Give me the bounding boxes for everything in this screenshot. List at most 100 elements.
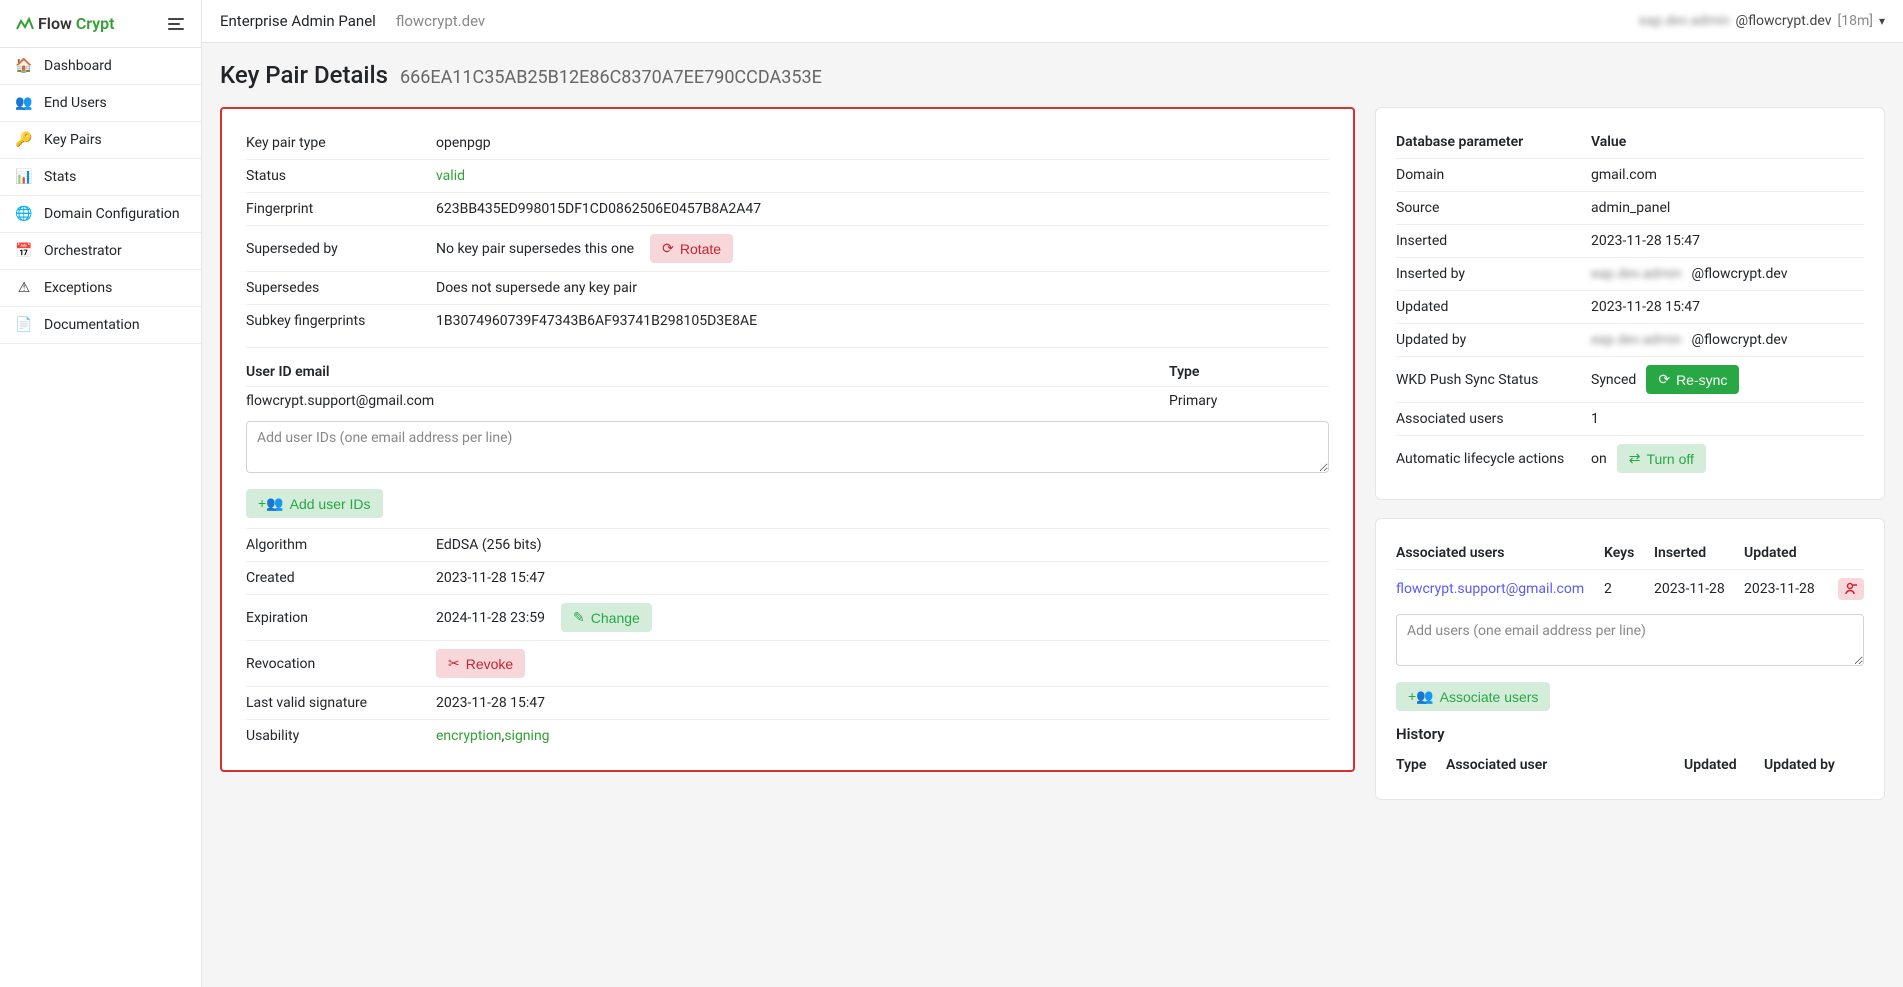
- db-wkd-label: WKD Push Sync Status: [1396, 372, 1591, 388]
- rotate-button[interactable]: ⟳ Rotate: [650, 234, 733, 263]
- user-minus-icon: [1844, 582, 1858, 596]
- globe-icon: 🌐: [16, 206, 32, 222]
- add-assoc-users-input[interactable]: [1396, 614, 1864, 666]
- db-inserted-by-value: eap.dev.admin@flowcrypt.dev: [1591, 266, 1864, 282]
- assoc-header-users: Associated users: [1396, 545, 1604, 561]
- add-user-ids-button[interactable]: +👥 Add user IDs: [246, 489, 383, 518]
- user-domain: @flowcrypt.dev: [1736, 13, 1832, 29]
- last-valid-sig-label: Last valid signature: [246, 695, 436, 711]
- usability-signing[interactable]: signing: [504, 728, 549, 744]
- db-updated-value: 2023-11-28 15:47: [1591, 299, 1864, 315]
- sidebar-item-exceptions[interactable]: ⚠ Exceptions: [0, 270, 201, 307]
- resync-button[interactable]: ⟳ Re-sync: [1646, 365, 1739, 394]
- doc-icon: 📄: [16, 317, 32, 333]
- expiration-label: Expiration: [246, 610, 436, 626]
- db-source-value: admin_panel: [1591, 200, 1864, 216]
- db-inserted-by-label: Inserted by: [1396, 266, 1591, 282]
- home-icon: 🏠: [16, 58, 32, 74]
- sidebar-item-stats[interactable]: 📊 Stats: [0, 159, 201, 196]
- assoc-header-inserted: Inserted: [1654, 545, 1744, 561]
- assoc-user-link[interactable]: flowcrypt.support@gmail.com: [1396, 581, 1604, 597]
- user-name-blurred: eap.dev.admin: [1639, 13, 1730, 29]
- userid-type-value: Primary: [1169, 393, 1329, 409]
- sidebar-item-label: Orchestrator: [44, 243, 122, 259]
- superseded-by-value: No key pair supersedes this one: [436, 241, 634, 257]
- logo-icon: [16, 17, 34, 31]
- userid-email-value: flowcrypt.support@gmail.com: [246, 393, 1169, 409]
- calendar-icon: 📅: [16, 243, 32, 259]
- assoc-header-updated: Updated: [1744, 545, 1834, 561]
- db-domain-label: Domain: [1396, 167, 1591, 183]
- stats-icon: 📊: [16, 169, 32, 185]
- expiration-value: 2024-11-28 23:59: [436, 610, 545, 626]
- db-inserted-label: Inserted: [1396, 233, 1591, 249]
- assoc-header-keys: Keys: [1604, 545, 1654, 561]
- db-header-param: Database parameter: [1396, 134, 1591, 150]
- user-plus-icon: +👥: [258, 495, 284, 512]
- algorithm-value: EdDSA (256 bits): [436, 537, 1329, 553]
- sidebar-item-dashboard[interactable]: 🏠 Dashboard: [0, 48, 201, 85]
- db-domain-value: gmail.com: [1591, 167, 1864, 183]
- sidebar-item-key-pairs[interactable]: 🔑 Key Pairs: [0, 122, 201, 159]
- sidebar-item-label: Domain Configuration: [44, 206, 180, 222]
- assoc-user-keys: 2: [1604, 581, 1654, 597]
- db-lifecycle-status: on: [1591, 451, 1607, 467]
- assoc-user-row: flowcrypt.support@gmail.com 2 2023-11-28…: [1396, 570, 1864, 608]
- sidebar-item-domain-config[interactable]: 🌐 Domain Configuration: [0, 196, 201, 233]
- revocation-label: Revocation: [246, 656, 436, 672]
- created-label: Created: [246, 570, 436, 586]
- status-value: valid: [436, 168, 1329, 184]
- session-timer: [18m]: [1838, 13, 1873, 29]
- sidebar-item-orchestrator[interactable]: 📅 Orchestrator: [0, 233, 201, 270]
- sidebar-item-label: Exceptions: [44, 280, 112, 296]
- db-inserted-value: 2023-11-28 15:47: [1591, 233, 1864, 249]
- key-pair-details-panel: Key pair type openpgp Status valid Finge…: [220, 107, 1355, 772]
- fingerprint-label: Fingerprint: [246, 201, 436, 217]
- assoc-user-updated: 2023-11-28: [1744, 581, 1834, 597]
- subkey-label: Subkey fingerprints: [246, 313, 436, 329]
- revoke-icon: ✂: [448, 655, 460, 672]
- db-header-value: Value: [1591, 134, 1864, 150]
- logo-text-flow: Flow: [38, 14, 72, 33]
- history-col-user: Associated user: [1446, 757, 1684, 773]
- db-wkd-status: Synced: [1591, 372, 1636, 388]
- key-pair-type-label: Key pair type: [246, 135, 436, 151]
- usability-label: Usability: [246, 728, 436, 744]
- warning-icon: ⚠: [16, 280, 32, 296]
- subkey-value: 1B3074960739F47343B6AF93741B298105D3E8AE: [436, 313, 1329, 329]
- status-label: Status: [246, 168, 436, 184]
- key-pair-type-value: openpgp: [436, 135, 1329, 151]
- menu-toggle-icon[interactable]: [167, 17, 185, 31]
- sidebar-item-end-users[interactable]: 👥 End Users: [0, 85, 201, 122]
- user-plus-icon: +👥: [1408, 688, 1434, 705]
- userid-email-header: User ID email: [246, 364, 1169, 380]
- remove-assoc-user-button[interactable]: [1838, 578, 1864, 600]
- superseded-by-label: Superseded by: [246, 241, 436, 257]
- associate-users-button[interactable]: +👥 Associate users: [1396, 682, 1550, 711]
- history-col-updated-by: Updated by: [1764, 757, 1864, 773]
- change-expiration-button[interactable]: ✎ Change: [561, 603, 652, 632]
- sidebar-item-documentation[interactable]: 📄 Documentation: [0, 307, 201, 344]
- supersedes-value: Does not supersede any key pair: [436, 280, 1329, 296]
- sidebar-item-label: Documentation: [44, 317, 140, 333]
- db-updated-by-value: eap.dev.admin@flowcrypt.dev: [1591, 332, 1864, 348]
- page-title: Key Pair Details 666EA11C35AB25B12E86C83…: [220, 61, 1885, 89]
- topbar-title: Enterprise Admin Panel: [220, 12, 376, 30]
- usability-encryption[interactable]: encryption: [436, 728, 502, 744]
- db-updated-label: Updated: [1396, 299, 1591, 315]
- revoke-button[interactable]: ✂ Revoke: [436, 649, 525, 678]
- key-icon: 🔑: [16, 132, 32, 148]
- turn-off-lifecycle-button[interactable]: ⇄ Turn off: [1617, 444, 1706, 473]
- add-user-ids-input[interactable]: [246, 421, 1329, 473]
- history-col-type: Type: [1396, 757, 1446, 773]
- users-icon: 👥: [16, 95, 32, 111]
- db-lifecycle-label: Automatic lifecycle actions: [1396, 451, 1591, 467]
- supersedes-label: Supersedes: [246, 280, 436, 296]
- user-menu[interactable]: eap.dev.admin @flowcrypt.dev [18m] ▾: [1639, 13, 1885, 29]
- sidebar-item-label: Stats: [44, 169, 76, 185]
- logo[interactable]: FlowCrypt: [16, 14, 115, 33]
- associated-users-card: Associated users Keys Inserted Updated f…: [1375, 518, 1885, 800]
- database-parameter-card: Database parameter Value Domain gmail.co…: [1375, 107, 1885, 500]
- fingerprint-value: 623BB435ED998015DF1CD0862506E0457B8A2A47: [436, 201, 1329, 217]
- db-updated-by-label: Updated by: [1396, 332, 1591, 348]
